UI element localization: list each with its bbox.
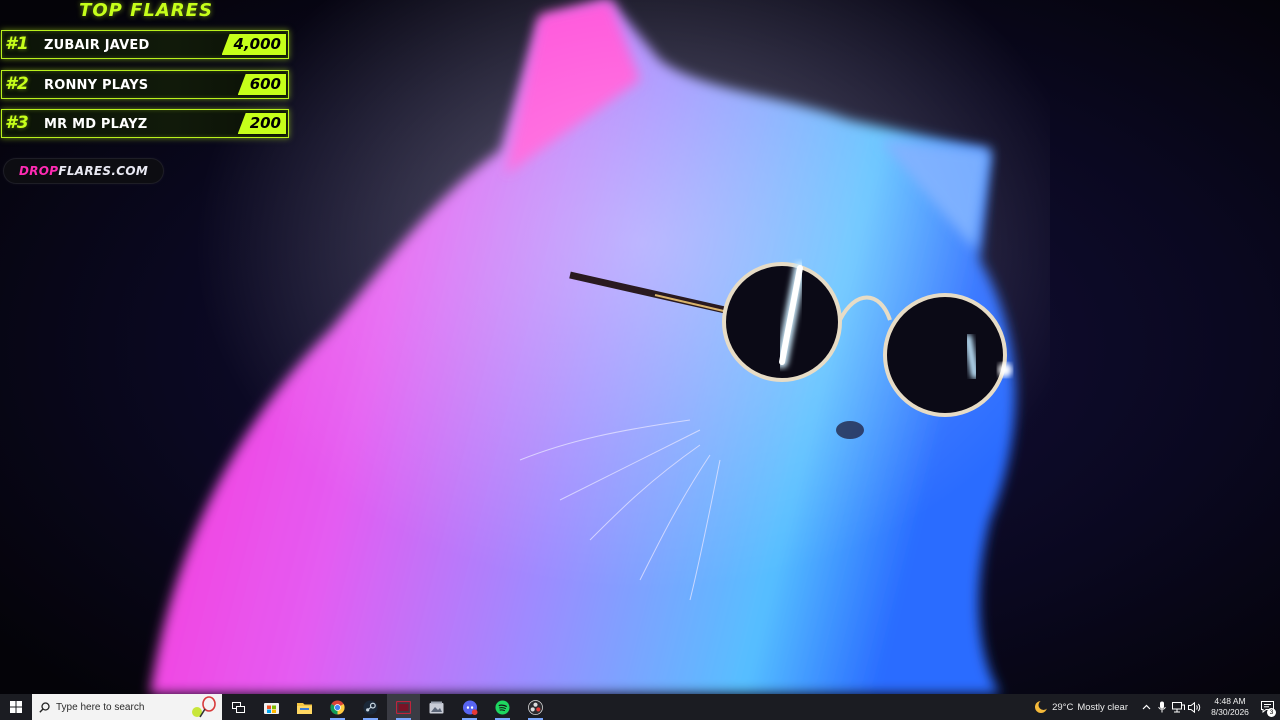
search-placeholder: Type here to search	[56, 701, 145, 713]
taskbar: Type here to search 29°C Mostly clear 4:…	[0, 694, 1280, 720]
leaderboard-rank: #3	[5, 113, 29, 133]
gallery-icon	[429, 701, 444, 713]
network-icon	[1171, 701, 1185, 712]
tennis-racket-icon	[192, 696, 216, 718]
discord-icon	[462, 699, 477, 715]
leaderboard-amount: 200	[237, 113, 286, 134]
obs-icon	[528, 699, 543, 715]
taskbar-obs[interactable]	[519, 694, 552, 720]
dropflares-logo-drop: DROP	[18, 164, 59, 178]
show-hidden-icons-button[interactable]	[1138, 694, 1154, 720]
taskbar-file-explorer[interactable]	[288, 694, 321, 720]
weather-temperature: 29°C	[1052, 701, 1074, 713]
weather-condition: Mostly clear	[1077, 701, 1128, 713]
spotify-icon	[495, 699, 510, 715]
microsoft-store-icon	[264, 703, 279, 714]
file-explorer-icon	[297, 702, 312, 714]
leaderboard-name: MR MD PLAYZ	[44, 117, 148, 132]
leaderboard-row: #2 RONNY PLAYS 600	[1, 70, 289, 99]
search-icon	[39, 701, 50, 713]
leaderboard-name: ZUBAIR JAVED	[44, 38, 150, 53]
dropflares-logo-rest: FLARES.COM	[58, 164, 149, 178]
moon-icon	[1035, 700, 1049, 713]
volume-button[interactable]	[1186, 694, 1202, 720]
leaderboard-amount: 600	[237, 74, 286, 95]
notification-count-badge: 3	[1267, 708, 1276, 717]
leaderboard-row: #3 MR MD PLAYZ 200	[1, 109, 289, 138]
dropflares-logo: DROPFLARES.COM	[4, 159, 163, 183]
task-view-button[interactable]	[222, 694, 255, 720]
volume-icon	[1187, 701, 1200, 713]
steam-icon	[363, 699, 378, 715]
clock-time: 4:48 AM	[1214, 696, 1246, 706]
taskbar-steam[interactable]	[354, 694, 387, 720]
leaderboard-row: #1 ZUBAIR JAVED 4,000	[1, 30, 289, 59]
task-view-icon	[232, 701, 245, 713]
top-flares-widget: TOP FLARES #1 ZUBAIR JAVED 4,000 #2 RONN…	[0, 0, 300, 190]
chevron-up-icon	[1142, 704, 1150, 710]
microphone-icon	[1158, 701, 1166, 713]
network-button[interactable]	[1170, 694, 1186, 720]
taskbar-gallery[interactable]	[420, 694, 453, 720]
chrome-icon	[330, 699, 345, 715]
leaderboard-rank: #2	[5, 74, 29, 94]
taskbar-spotify[interactable]	[486, 694, 519, 720]
taskbar-discord[interactable]	[453, 694, 486, 720]
taskbar-active-app[interactable]	[387, 694, 420, 720]
leaderboard-rank: #1	[5, 34, 29, 54]
windows-icon	[10, 701, 22, 713]
app-icon	[396, 700, 411, 714]
taskbar-search-box[interactable]: Type here to search	[32, 694, 222, 720]
taskbar-clock[interactable]: 4:48 AM 8/30/2026	[1206, 696, 1254, 718]
system-tray: 29°C Mostly clear 4:48 AM 8/30/2026 3	[1034, 694, 1280, 720]
start-button[interactable]	[0, 694, 32, 720]
notification-center-button[interactable]: 3	[1254, 694, 1280, 720]
leaderboard-name: RONNY PLAYS	[44, 78, 149, 93]
taskbar-app-store[interactable]	[255, 694, 288, 720]
weather-widget[interactable]: 29°C Mostly clear	[1034, 700, 1128, 714]
leaderboard-amount: 4,000	[221, 34, 286, 55]
microphone-button[interactable]	[1154, 694, 1170, 720]
top-flares-title: TOP FLARES	[79, 0, 213, 21]
taskbar-chrome[interactable]	[321, 694, 354, 720]
clock-date: 8/30/2026	[1211, 707, 1249, 717]
